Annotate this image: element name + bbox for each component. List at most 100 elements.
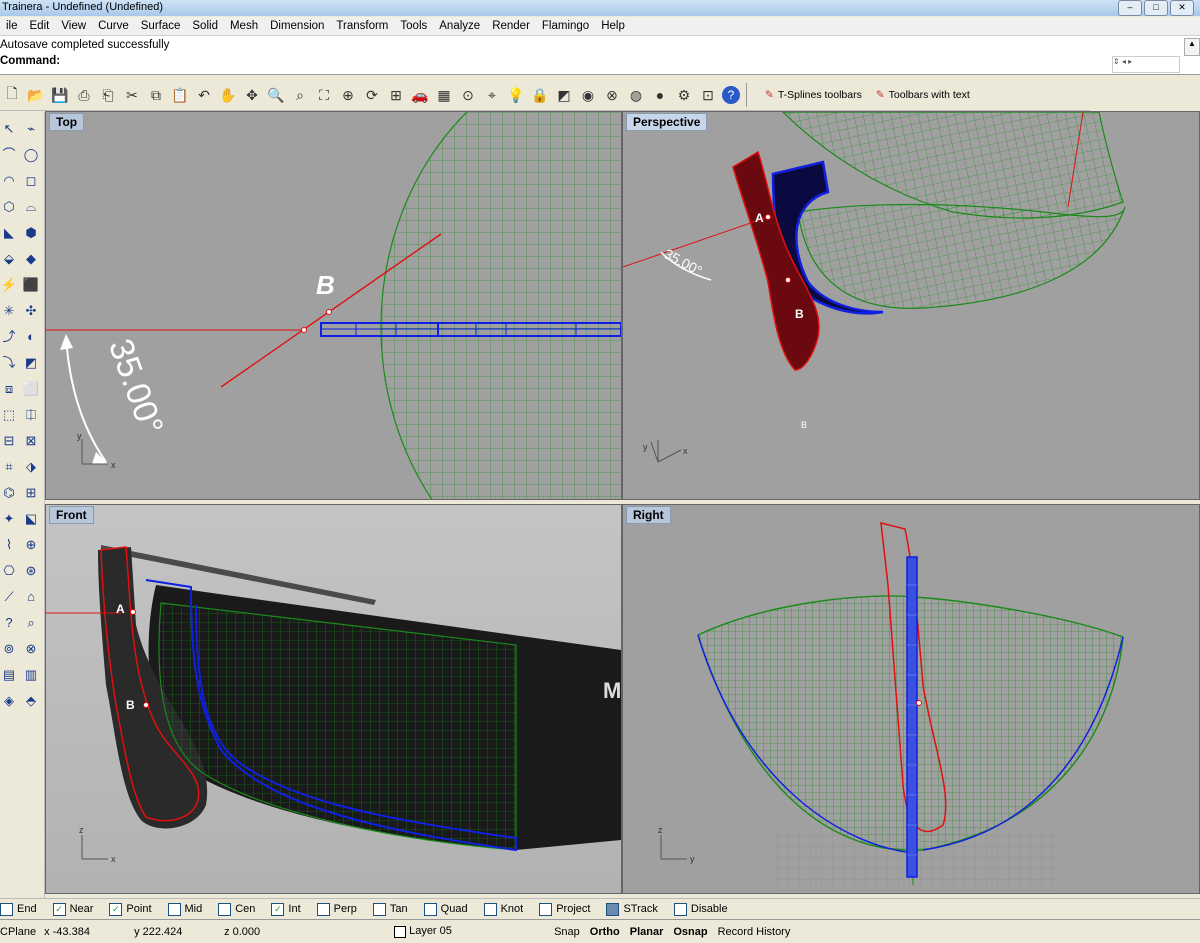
command-tool-icon[interactable]: ⚡ <box>0 276 18 294</box>
osnap-perp[interactable]: Perp <box>316 902 357 916</box>
menu-solid[interactable]: Solid <box>186 20 224 32</box>
toolbars-with-text-button[interactable]: ✎ Toolbars with text <box>876 89 970 101</box>
sphere-wire-icon[interactable]: ⊗ <box>602 85 622 105</box>
menu-render[interactable]: Render <box>486 20 536 32</box>
status-snap[interactable]: Snap <box>554 926 580 938</box>
command-tool-icon[interactable]: ⧈ <box>0 380 18 398</box>
osnap-checkbox[interactable] <box>606 902 620 916</box>
osnap-point[interactable]: ✓ Point <box>109 902 152 916</box>
menu-help[interactable]: Help <box>595 20 631 32</box>
osnap-checkbox[interactable] <box>316 902 330 916</box>
viewport-label-top[interactable]: Top <box>49 113 85 131</box>
status-osnap[interactable]: Osnap <box>673 926 707 938</box>
osnap-mid[interactable]: Mid <box>167 902 202 916</box>
menu-mesh[interactable]: Mesh <box>224 20 264 32</box>
viewport-label-perspective[interactable]: Perspective <box>626 113 708 131</box>
osnap-checkbox[interactable] <box>539 902 553 916</box>
osnap-checkbox[interactable] <box>372 902 386 916</box>
osnap-end[interactable]: End <box>0 902 37 916</box>
viewport-label-front[interactable]: Front <box>49 506 94 524</box>
command-tool-icon[interactable]: ◯ <box>22 146 40 164</box>
osnap-checkbox[interactable] <box>673 902 687 916</box>
four-viewports-icon[interactable]: ⊞ <box>386 85 406 105</box>
menu-flamingo[interactable]: Flamingo <box>536 20 595 32</box>
command-tool-icon[interactable]: ◻ <box>22 172 40 190</box>
command-tool-icon[interactable]: ▤ <box>0 666 18 684</box>
status-ortho[interactable]: Ortho <box>590 926 620 938</box>
print-icon[interactable]: ⎙ <box>74 85 94 105</box>
paste-icon[interactable]: 📋 <box>170 85 190 105</box>
tsplines-toolbars-button[interactable]: ✎ T-Splines toolbars <box>765 89 862 101</box>
menu-edit[interactable]: Edit <box>24 20 56 32</box>
command-tool-icon[interactable]: ⌁ <box>22 120 40 138</box>
group-icon[interactable]: ⊡ <box>698 85 718 105</box>
osnap-project[interactable]: Project <box>539 902 590 916</box>
menu-view[interactable]: View <box>55 20 92 32</box>
osnap-checkbox[interactable] <box>218 902 232 916</box>
command-tool-icon[interactable]: ⌬ <box>0 484 18 502</box>
command-tool-icon[interactable]: ◠ <box>0 172 18 190</box>
viewport-right[interactable]: y z Right <box>622 504 1200 894</box>
zoom-window-icon[interactable]: ⌕ <box>290 85 310 105</box>
command-tool-icon[interactable]: ⌕ <box>22 614 40 632</box>
osnap-checkbox[interactable]: ✓ <box>52 902 66 916</box>
new-file-icon[interactable]: 🗋 <box>2 85 22 105</box>
maximize-button[interactable]: □ <box>1144 0 1168 16</box>
command-tool-icon[interactable]: ◣ <box>0 224 18 242</box>
command-tool-icon[interactable]: ◆ <box>22 250 40 268</box>
status-layer[interactable]: Layer 05 <box>394 925 544 938</box>
shade-icon[interactable]: ◩ <box>554 85 574 105</box>
command-tool-icon[interactable]: ⤴ <box>0 328 18 346</box>
command-tool-icon[interactable]: ⌓ <box>22 198 40 216</box>
command-prompt[interactable]: Command: <box>0 55 60 67</box>
command-tool-icon[interactable]: ⬢ <box>22 224 40 242</box>
command-tool-icon[interactable]: ◈ <box>0 692 18 710</box>
command-tool-icon[interactable]: ⊛ <box>22 562 40 580</box>
osnap-tan[interactable]: Tan <box>372 902 408 916</box>
save-icon[interactable]: 💾 <box>50 85 70 105</box>
grid-icon[interactable]: ▦ <box>434 85 454 105</box>
command-tool-icon[interactable]: ⌂ <box>22 588 40 606</box>
rotate-view-icon[interactable]: ✥ <box>242 85 262 105</box>
menu-analyze[interactable]: Analyze <box>433 20 486 32</box>
osnap-knot[interactable]: Knot <box>483 902 523 916</box>
command-tool-icon[interactable]: ▥ <box>22 666 40 684</box>
command-spin-control[interactable]: ⇕ ◂ ▸ <box>1112 56 1180 73</box>
command-tool-icon[interactable]: ⬗ <box>22 458 40 476</box>
viewport-front[interactable]: A B M x z Front <box>45 504 622 894</box>
command-tool-icon[interactable]: ◩ <box>22 354 40 372</box>
command-scroll-button[interactable]: ▲ <box>1184 38 1200 56</box>
color-wheel-icon[interactable]: ◉ <box>578 85 598 105</box>
help-icon[interactable]: ? <box>722 86 740 104</box>
command-tool-icon[interactable]: ⬛ <box>22 276 40 294</box>
command-tool-icon[interactable]: ⊠ <box>22 432 40 450</box>
command-tool-icon[interactable]: ⬚ <box>0 406 18 424</box>
command-tool-icon[interactable]: ⊕ <box>22 536 40 554</box>
command-tool-icon[interactable]: ⬡ <box>0 198 18 216</box>
command-tool-icon[interactable]: ⬙ <box>0 250 18 268</box>
menu-dimension[interactable]: Dimension <box>264 20 330 32</box>
osnap-checkbox[interactable] <box>423 902 437 916</box>
osnap-disable[interactable]: Disable <box>673 902 728 916</box>
menu-transform[interactable]: Transform <box>330 20 394 32</box>
command-tool-icon[interactable]: ✣ <box>22 302 40 320</box>
osnap-checkbox[interactable] <box>483 902 497 916</box>
menu-tools[interactable]: Tools <box>394 20 433 32</box>
command-tool-icon[interactable]: ⬘ <box>22 692 40 710</box>
menu-file[interactable]: ile <box>0 20 24 32</box>
close-button[interactable]: ✕ <box>1170 0 1194 16</box>
command-tool-icon[interactable]: ⬕ <box>22 510 40 528</box>
cut-icon[interactable]: ✂ <box>122 85 142 105</box>
status-record-history[interactable]: Record History <box>718 926 791 938</box>
sphere-blue-icon[interactable]: ● <box>650 85 670 105</box>
command-tool-icon[interactable]: ⌇ <box>0 536 18 554</box>
osnap-checkbox[interactable]: ✓ <box>109 902 123 916</box>
command-tool-icon[interactable]: ⊗ <box>22 640 40 658</box>
light-bulb-icon[interactable]: 💡 <box>506 85 526 105</box>
menu-curve[interactable]: Curve <box>92 20 135 32</box>
pan-icon[interactable]: ✋ <box>218 85 238 105</box>
command-tool-icon[interactable]: ⎔ <box>0 562 18 580</box>
import-icon[interactable]: ⎗ <box>98 85 118 105</box>
command-tool-icon[interactable]: ⟋ <box>0 588 18 606</box>
lock-icon[interactable]: 🔒 <box>530 85 550 105</box>
